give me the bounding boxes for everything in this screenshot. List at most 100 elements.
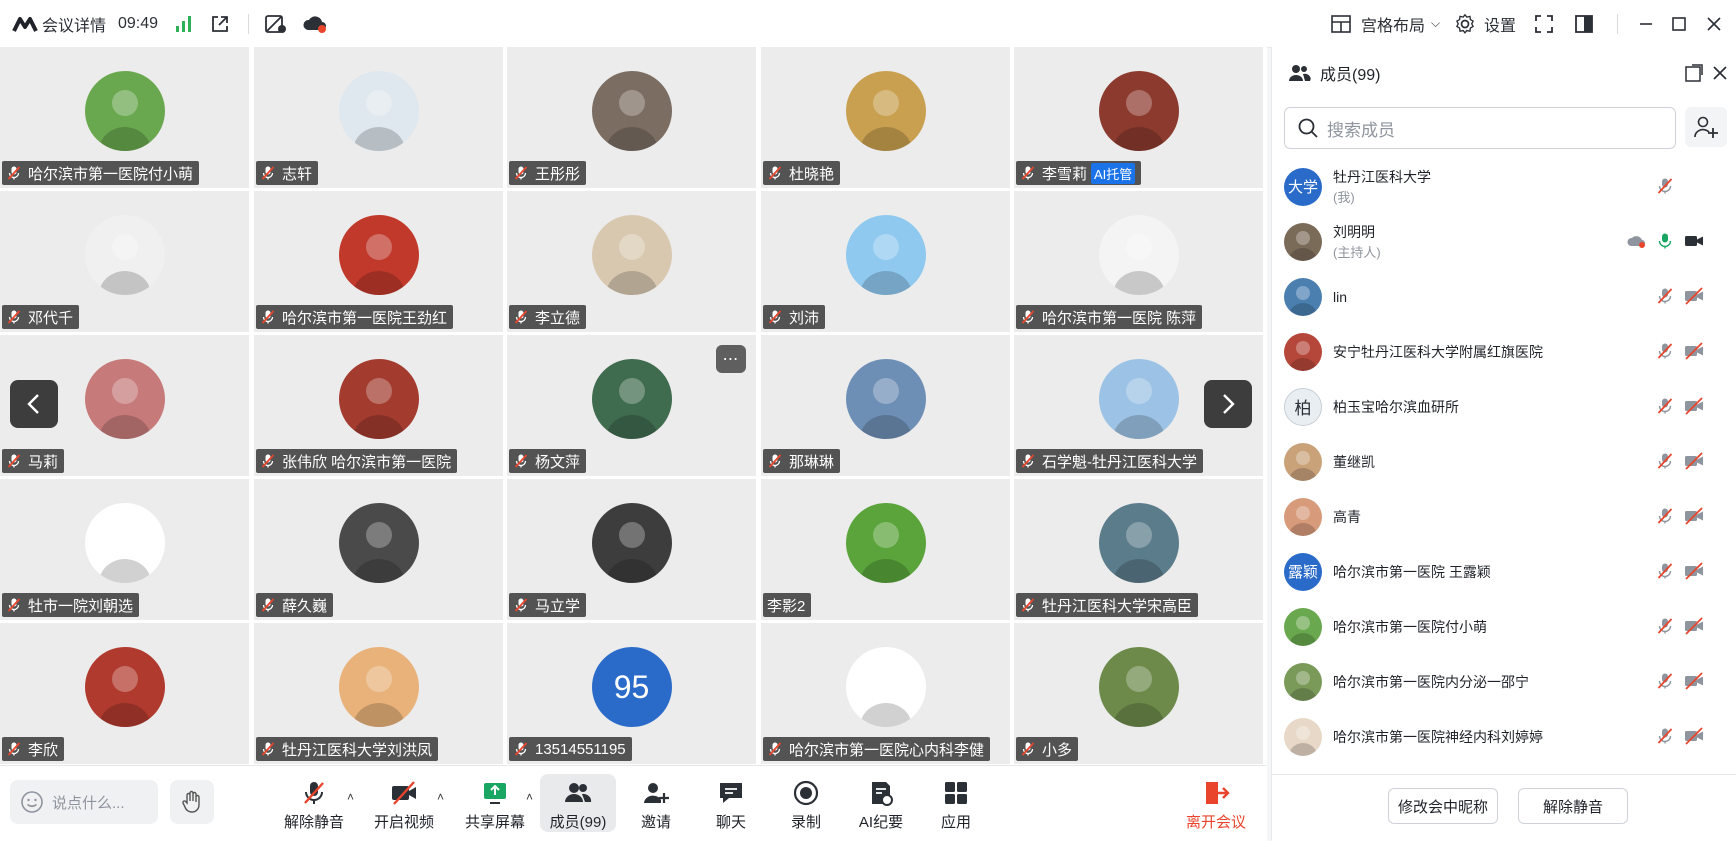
members-panel: 成员(99) 搜索成员 大学 牡丹江医科大学 (我) 刘明明 (主持人) lin 安宁牡丹江… <box>1271 47 1736 841</box>
mic-on-icon[interactable] <box>1656 232 1674 250</box>
participant-tile[interactable]: 张伟欣 哈尔滨市第一医院 <box>254 335 503 476</box>
signal-icon[interactable] <box>175 0 193 47</box>
member-row[interactable]: 露颖 哈尔滨市第一医院 王露颖 <box>1272 544 1736 599</box>
participant-tile[interactable]: 哈尔滨市第一医院付小萌 <box>0 47 249 188</box>
participant-tile[interactable]: 李影2 <box>761 479 1010 620</box>
rename-button[interactable]: 修改会中昵称 <box>1388 788 1498 824</box>
layout-menu[interactable]: 宫格布局 ⌵ <box>1331 0 1440 47</box>
participant-tile[interactable]: 李立德 <box>507 191 756 332</box>
participant-tile[interactable]: 哈尔滨市第一医院王劲红 <box>254 191 503 332</box>
member-name: 哈尔滨市第一医院付小萌 <box>1333 618 1487 635</box>
mic-off-icon[interactable] <box>1656 727 1674 745</box>
video-off-icon[interactable] <box>1684 287 1704 305</box>
video-off-icon[interactable] <box>1684 452 1704 470</box>
member-row[interactable]: 柏柏玉宝哈尔滨血研所 <box>1272 379 1736 434</box>
member-row[interactable]: lin <box>1272 269 1736 324</box>
mic-off-icon[interactable] <box>1656 672 1674 690</box>
close-window-icon[interactable] <box>1706 0 1722 47</box>
panel-unmute-button[interactable]: 解除静音 <box>1518 788 1628 824</box>
ai-assistant-icon[interactable] <box>264 0 288 47</box>
participant-tile[interactable]: 李欣 <box>0 623 249 764</box>
pop-out-icon[interactable] <box>1684 63 1704 83</box>
mic-off-icon[interactable] <box>1656 562 1674 580</box>
participant-tile[interactable]: 薛久巍 <box>254 479 503 620</box>
mic-off-icon[interactable] <box>1656 617 1674 635</box>
participant-tile[interactable]: 志轩 <box>254 47 503 188</box>
member-row[interactable]: 大学 牡丹江医科大学 (我) <box>1272 159 1736 214</box>
settings-button[interactable]: 设置 <box>1454 0 1516 47</box>
mic-off-icon[interactable] <box>1656 177 1674 195</box>
member-avatar <box>1284 332 1322 371</box>
participant-tile[interactable]: 王彤彤 <box>507 47 756 188</box>
meeting-details-link[interactable]: 会议详情 <box>42 0 106 47</box>
member-name-block: lin <box>1333 289 1347 305</box>
participant-tile[interactable]: 邓代千 <box>0 191 249 332</box>
tile-more-options-button[interactable]: ⋯ <box>716 345 746 373</box>
audio-options-caret[interactable]: ˄ <box>347 790 354 804</box>
video-off-icon[interactable] <box>1684 342 1704 360</box>
participant-name-label: 刘沛 <box>763 305 826 329</box>
previous-page-button[interactable] <box>10 380 58 428</box>
mic-off-icon[interactable] <box>1656 287 1674 305</box>
member-row[interactable]: 安宁牡丹江医科大学附属红旗医院 <box>1272 324 1736 379</box>
participant-tile[interactable]: 马立学 <box>507 479 756 620</box>
invite-button[interactable]: 邀请 <box>618 774 694 832</box>
add-member-button[interactable] <box>1685 107 1727 147</box>
video-on-icon[interactable] <box>1684 232 1704 250</box>
participant-tile[interactable]: 哈尔滨市第一医院 陈萍 <box>1014 191 1263 332</box>
mic-off-icon[interactable] <box>1656 342 1674 360</box>
member-name: 安宁牡丹江医科大学附属红旗医院 <box>1333 343 1543 360</box>
mic-off-icon[interactable] <box>1656 452 1674 470</box>
video-off-icon[interactable] <box>1684 727 1704 745</box>
participant-tile[interactable]: 李雪莉 AI托管 <box>1014 47 1263 188</box>
chat-button[interactable]: 聊天 <box>693 774 769 832</box>
video-options-caret[interactable]: ˄ <box>437 790 444 804</box>
mic-off-icon[interactable] <box>1656 507 1674 525</box>
member-search-input[interactable]: 搜索成员 <box>1284 107 1676 149</box>
participant-tile[interactable]: 小多 <box>1014 623 1263 764</box>
cloud-record-icon[interactable] <box>302 0 328 47</box>
member-row[interactable]: 董继凯 <box>1272 434 1736 489</box>
participant-tile[interactable]: 牡丹江医科大学宋高臣 <box>1014 479 1263 620</box>
sidebar-toggle-icon[interactable] <box>1575 0 1593 47</box>
ai-notes-button[interactable]: AI纪要 <box>843 774 919 832</box>
member-row[interactable]: 哈尔滨市第一医院神经内科刘婷婷 <box>1272 709 1736 764</box>
hand-icon <box>182 790 200 813</box>
participant-tile[interactable]: 那琳琳 <box>761 335 1010 476</box>
apps-button[interactable]: 应用 <box>918 774 994 832</box>
leave-meeting-button[interactable]: 离开会议 <box>1178 774 1254 832</box>
mic-off-icon[interactable] <box>1656 397 1674 415</box>
video-off-icon[interactable] <box>1684 507 1704 525</box>
gear-icon <box>1455 13 1474 34</box>
video-off-icon[interactable] <box>1684 397 1704 415</box>
unmute-button[interactable]: 解除静音 <box>276 774 352 832</box>
participant-tile[interactable]: 牡丹江医科大学刘洪凤 <box>254 623 503 764</box>
minimize-icon[interactable] <box>1638 0 1654 47</box>
member-list[interactable]: 大学 牡丹江医科大学 (我) 刘明明 (主持人) lin 安宁牡丹江医科大学附属红旗医院柏柏… <box>1272 159 1736 764</box>
member-row[interactable]: 高青 <box>1272 489 1736 544</box>
start-video-button[interactable]: 开启视频 <box>366 774 442 832</box>
video-off-icon[interactable] <box>1684 617 1704 635</box>
close-panel-icon[interactable] <box>1710 63 1730 83</box>
member-row[interactable]: 哈尔滨市第一医院内分泌一邵宁 <box>1272 654 1736 709</box>
member-row[interactable]: 哈尔滨市第一医院付小萌 <box>1272 599 1736 654</box>
video-off-icon[interactable] <box>1684 672 1704 690</box>
video-off-icon[interactable] <box>1684 562 1704 580</box>
fullscreen-icon[interactable] <box>1535 0 1553 47</box>
participant-tile[interactable]: 牡市一院刘朝选 <box>0 479 249 620</box>
maximize-icon[interactable] <box>1672 0 1686 47</box>
share-screen-button[interactable]: 共享屏幕 <box>457 774 533 832</box>
participant-name-label: 李雪莉 AI托管 <box>1016 161 1142 185</box>
participant-tile[interactable]: 哈尔滨市第一医院心内科李健 <box>761 623 1010 764</box>
raise-hand-button[interactable] <box>170 780 214 824</box>
member-row[interactable]: 刘明明 (主持人) <box>1272 214 1736 269</box>
participant-tile[interactable]: 杜晓艳 <box>761 47 1010 188</box>
next-page-button[interactable] <box>1204 380 1252 428</box>
record-button[interactable]: 录制 <box>768 774 844 832</box>
share-out-icon[interactable] <box>210 0 230 47</box>
share-options-caret[interactable]: ˄ <box>526 790 533 804</box>
members-button[interactable]: 成员(99) <box>540 774 616 832</box>
participant-tile[interactable]: 刘沛 <box>761 191 1010 332</box>
quick-chat-input[interactable]: 说点什么... <box>10 780 158 824</box>
participant-tile[interactable]: 95 13514551195 <box>507 623 756 764</box>
